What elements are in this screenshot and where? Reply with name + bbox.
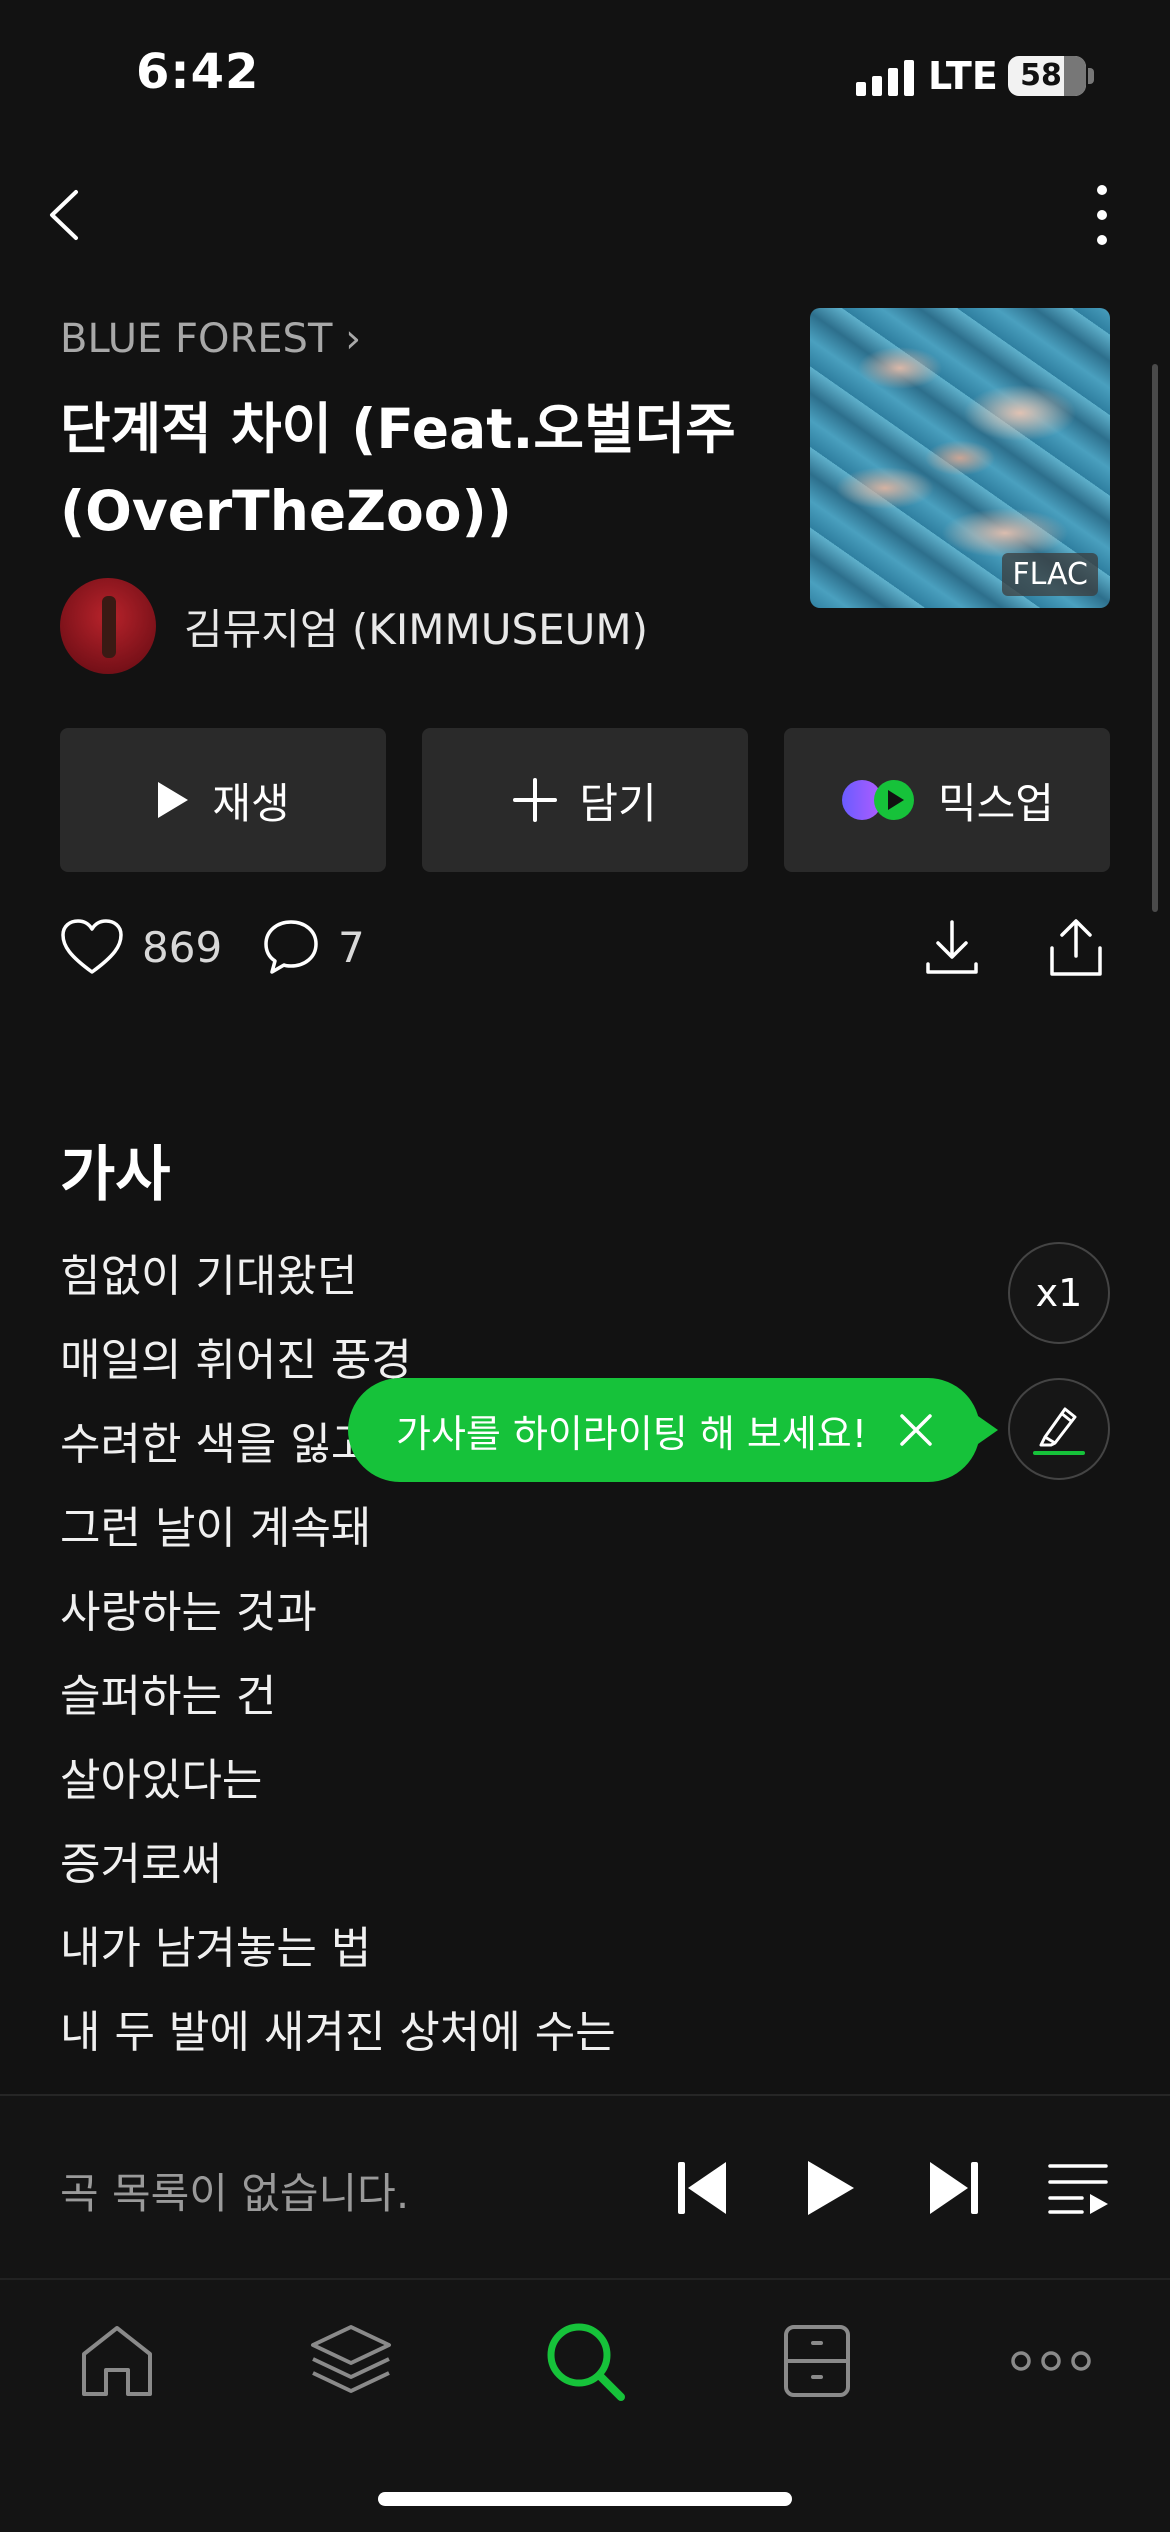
network-type: LTE <box>928 54 998 98</box>
stats-row: 869 7 <box>60 918 1110 982</box>
signal-icon <box>856 60 914 96</box>
comment-icon <box>264 920 318 974</box>
mixup-label: 믹스업 <box>938 778 1054 828</box>
comment-button[interactable]: 7 <box>262 918 365 976</box>
lyric-line[interactable]: 내 두 발에 새겨진 상처에 수는 <box>60 2001 1060 2085</box>
lyric-line[interactable]: 살아있다는 <box>60 1749 1060 1833</box>
home-icon <box>82 2326 152 2396</box>
battery-icon: 58 <box>1008 56 1086 96</box>
highlight-button[interactable] <box>1008 1378 1110 1480</box>
mixup-button[interactable]: 믹스업 <box>784 728 1110 872</box>
play-label: 재생 <box>212 778 290 828</box>
like-button[interactable]: 869 <box>60 918 222 976</box>
status-bar: 6:42 LTE 58 <box>0 0 1170 150</box>
artist-link[interactable]: 김뮤지엄 (KIMMUSEUM) <box>60 578 648 674</box>
library-icon <box>784 2325 850 2397</box>
share-button[interactable] <box>1046 918 1106 982</box>
status-time: 6:42 <box>136 44 260 100</box>
album-art[interactable]: FLAC <box>810 308 1110 608</box>
vertical-dots-icon <box>1097 185 1107 245</box>
lyric-line[interactable]: 힘없이 기대왔던 <box>60 1245 1060 1329</box>
album-name: BLUE FOREST <box>60 316 333 362</box>
playlist-status: 곡 목록이 없습니다. <box>60 2169 410 2218</box>
artist-avatar <box>60 578 156 674</box>
album-link[interactable]: BLUE FOREST › <box>60 316 361 362</box>
action-buttons: 재생 담기 믹스업 <box>60 728 1110 872</box>
lyrics-list: 힘없이 기대왔던 매일의 휘어진 풍경 수려한 색을 잃고 그런 날이 계속돼 … <box>60 1245 1060 2085</box>
comment-count: 7 <box>338 922 365 972</box>
download-button[interactable] <box>922 918 982 982</box>
lyric-line[interactable]: 슬퍼하는 건 <box>60 1665 1060 1749</box>
highlighter-icon <box>1033 1407 1085 1455</box>
plus-icon <box>513 778 558 822</box>
back-button[interactable] <box>44 180 94 250</box>
close-icon[interactable] <box>896 1410 936 1450</box>
add-to-playlist-button[interactable]: 담기 <box>422 728 748 872</box>
song-title: 단계적 차이 (Feat.오벌더주 (OverTheZoo)) <box>60 397 736 543</box>
download-icon <box>926 920 978 974</box>
tab-more[interactable] <box>1006 2316 1096 2406</box>
lyric-line[interactable]: 증거로써 <box>60 1833 1060 1917</box>
chevron-left-icon <box>50 190 78 240</box>
layers-icon <box>311 2325 391 2393</box>
scrollbar[interactable] <box>1152 364 1158 912</box>
lyric-line[interactable]: 그런 날이 계속돼 <box>60 1497 1060 1581</box>
tab-search[interactable] <box>540 2316 630 2406</box>
tooltip-text: 가사를 하이라이팅 해 보세요! <box>396 1411 867 1456</box>
battery-level: 58 <box>1020 58 1062 93</box>
play-icon <box>158 782 189 818</box>
like-count: 869 <box>142 922 223 972</box>
tooltip-arrow <box>978 1416 998 1444</box>
next-track-icon[interactable] <box>928 2158 980 2218</box>
quality-badge: FLAC <box>1002 553 1098 596</box>
playlist-queue-icon[interactable] <box>1048 2158 1110 2218</box>
share-icon <box>1050 919 1102 976</box>
search-icon <box>547 2323 625 2401</box>
home-indicator[interactable] <box>378 2492 792 2506</box>
highlight-tooltip: 가사를 하이라이팅 해 보세요! <box>348 1378 998 1482</box>
add-label: 담기 <box>579 778 657 828</box>
mini-player: 곡 목록이 없습니다. <box>0 2094 1170 2278</box>
more-icon <box>1011 2351 1091 2371</box>
play-icon[interactable] <box>806 2158 856 2218</box>
battery-tip <box>1088 68 1094 84</box>
lyric-line[interactable]: 사랑하는 것과 <box>60 1581 1060 1665</box>
more-options-button[interactable] <box>1084 180 1120 250</box>
play-button[interactable]: 재생 <box>60 728 386 872</box>
mixup-icon <box>842 780 915 820</box>
heart-icon <box>61 919 123 974</box>
tab-storage[interactable] <box>306 2316 396 2406</box>
lyric-line[interactable]: 내가 남겨놓는 법 <box>60 1917 1060 2001</box>
artist-name: 김뮤지엄 (KIMMUSEUM) <box>184 604 649 654</box>
tab-library[interactable] <box>772 2316 862 2406</box>
lyrics-heading: 가사 <box>60 1140 171 1210</box>
chevron-right-icon: › <box>332 316 362 362</box>
previous-track-icon[interactable] <box>676 2158 728 2218</box>
lyrics-speed-button[interactable]: x1 <box>1008 1242 1110 1344</box>
tab-home[interactable] <box>72 2316 162 2406</box>
